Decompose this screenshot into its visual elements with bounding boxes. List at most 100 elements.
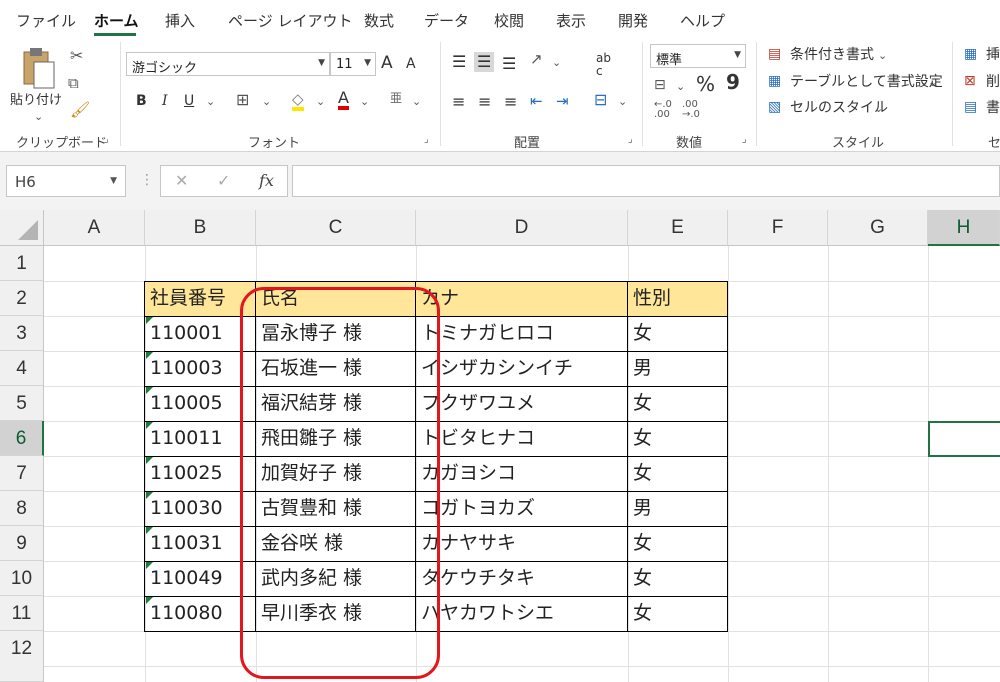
- column-header-e[interactable]: E: [628, 210, 728, 246]
- chevron-down-icon[interactable]: ⌄: [360, 95, 369, 108]
- insert-cells-icon[interactable]: ▦: [964, 47, 977, 61]
- chevron-down-icon[interactable]: ⌄: [618, 95, 627, 108]
- font-name-select[interactable]: 游ゴシック ▼: [126, 52, 330, 76]
- font-size-select[interactable]: 11 ▼: [330, 52, 376, 76]
- font-launcher-icon[interactable]: ⌟: [424, 134, 429, 145]
- chevron-down-icon[interactable]: ⌄: [676, 80, 685, 93]
- number-launcher-icon[interactable]: ⌟: [742, 134, 747, 145]
- delete-cells-button[interactable]: 削: [986, 75, 1000, 89]
- phonetic-guide-button[interactable]: 亜: [390, 92, 402, 104]
- table-cell[interactable]: 女: [628, 421, 728, 456]
- wrap-text-button[interactable]: ab c: [596, 52, 611, 77]
- table-cell[interactable]: イシザカシンイチ: [416, 351, 628, 386]
- column-header-c[interactable]: C: [256, 210, 416, 246]
- table-cell[interactable]: フクザワユメ: [416, 386, 628, 421]
- comma-style-button[interactable]: 9: [726, 72, 740, 92]
- format-as-table-button[interactable]: テーブルとして書式設定: [790, 75, 943, 89]
- column-header-a[interactable]: A: [44, 210, 145, 246]
- conditional-formatting-icon[interactable]: ▤: [768, 47, 781, 61]
- copy-icon[interactable]: ⧉: [68, 76, 79, 91]
- align-right-icon[interactable]: ≡: [504, 94, 517, 110]
- tab-formulas[interactable]: 数式: [364, 10, 394, 31]
- merge-center-icon[interactable]: ⊟: [594, 92, 607, 108]
- chevron-down-icon[interactable]: ⌄: [552, 56, 561, 69]
- table-cell[interactable]: カガヨシコ: [416, 456, 628, 491]
- tab-help[interactable]: ヘルプ: [680, 10, 725, 31]
- chevron-down-icon[interactable]: ⌄: [262, 95, 271, 108]
- table-cell[interactable]: 女: [628, 316, 728, 351]
- table-cell[interactable]: 女: [628, 456, 728, 491]
- tab-review[interactable]: 校閲: [494, 10, 524, 31]
- table-cell[interactable]: 女: [628, 561, 728, 596]
- table-cell[interactable]: ハヤカワトシエ: [416, 596, 628, 631]
- chevron-down-icon[interactable]: ⌄: [206, 95, 215, 108]
- increase-decimal-icon[interactable]: ←.0.00: [654, 100, 672, 120]
- chevron-down-icon[interactable]: ⌄: [316, 95, 325, 108]
- row-header-6[interactable]: 6: [0, 421, 44, 456]
- table-cell[interactable]: 女: [628, 596, 728, 631]
- format-cells-icon[interactable]: ▤: [964, 100, 977, 114]
- active-cell-h6[interactable]: [928, 421, 1000, 457]
- tab-page-layout[interactable]: ページ レイアウト: [228, 10, 352, 31]
- table-cell[interactable]: トビタヒナコ: [416, 421, 628, 456]
- align-top-icon[interactable]: ☰: [452, 54, 466, 70]
- row-header-11[interactable]: 11: [0, 596, 44, 631]
- tab-home[interactable]: ホーム: [94, 10, 139, 31]
- table-cell[interactable]: トミナガヒロコ: [416, 316, 628, 351]
- table-header-cell[interactable]: カナ: [416, 281, 628, 316]
- clipboard-launcher-icon[interactable]: ⌟: [104, 134, 109, 145]
- fill-color-icon[interactable]: ◇: [292, 92, 304, 111]
- tab-file[interactable]: ファイル: [16, 10, 76, 31]
- row-header-5[interactable]: 5: [0, 386, 44, 421]
- chevron-down-icon[interactable]: ⌄: [412, 95, 421, 108]
- paste-button[interactable]: 貼り付け ⌄: [8, 44, 64, 124]
- table-cell[interactable]: 女: [628, 386, 728, 421]
- align-center-icon[interactable]: ≡: [478, 94, 491, 110]
- increase-indent-icon[interactable]: ⇥: [556, 94, 569, 109]
- decrease-indent-icon[interactable]: ⇤: [530, 94, 543, 109]
- tab-insert[interactable]: 挿入: [165, 10, 195, 31]
- align-bottom-icon[interactable]: ☰: [502, 56, 516, 72]
- accounting-format-icon[interactable]: ⊟: [654, 78, 666, 92]
- column-header-g[interactable]: G: [828, 210, 928, 246]
- format-as-table-icon[interactable]: ▦: [768, 74, 781, 88]
- column-header-d[interactable]: D: [416, 210, 628, 246]
- cancel-icon[interactable]: ✕: [175, 171, 188, 190]
- row-header-1[interactable]: 1: [0, 246, 44, 281]
- cut-icon[interactable]: ✂: [70, 48, 83, 64]
- row-header-2[interactable]: 2: [0, 281, 44, 316]
- cell-styles-icon[interactable]: ▧: [768, 100, 781, 114]
- tab-developer[interactable]: 開発: [618, 10, 648, 31]
- row-header-4[interactable]: 4: [0, 351, 44, 386]
- formula-input[interactable]: [292, 165, 1000, 197]
- bold-button[interactable]: B: [136, 94, 147, 108]
- table-header-cell[interactable]: 性別: [628, 281, 728, 316]
- shrink-font-button[interactable]: A: [406, 57, 416, 71]
- chevron-down-icon[interactable]: ⌄: [878, 49, 887, 62]
- alignment-launcher-icon[interactable]: ⌟: [628, 134, 633, 145]
- delete-cells-icon[interactable]: ⊠: [964, 74, 976, 88]
- format-cells-button[interactable]: 書: [986, 101, 1000, 115]
- table-cell[interactable]: 男: [628, 351, 728, 386]
- table-cell[interactable]: 女: [628, 526, 728, 561]
- chevron-down-icon[interactable]: ⌄: [874, 102, 883, 115]
- column-header-f[interactable]: F: [728, 210, 828, 246]
- table-cell[interactable]: 男: [628, 491, 728, 526]
- table-cell[interactable]: コガトヨカズ: [416, 491, 628, 526]
- table-cell[interactable]: カナヤサキ: [416, 526, 628, 561]
- column-header-h[interactable]: H: [928, 210, 1000, 246]
- number-format-select[interactable]: 標準 ▼: [650, 44, 746, 68]
- row-header-9[interactable]: 9: [0, 526, 44, 561]
- tab-view[interactable]: 表示: [556, 10, 586, 31]
- orientation-icon[interactable]: ↗: [530, 52, 543, 67]
- percent-button[interactable]: %: [696, 74, 715, 94]
- font-color-icon[interactable]: A: [338, 90, 349, 110]
- row-header-7[interactable]: 7: [0, 456, 44, 491]
- table-cell[interactable]: タケウチタキ: [416, 561, 628, 596]
- conditional-formatting-button[interactable]: 条件付き書式: [790, 48, 874, 62]
- insert-cells-button[interactable]: 挿: [986, 48, 1000, 62]
- decrease-decimal-icon[interactable]: .00 →.0: [682, 100, 700, 120]
- row-header-10[interactable]: 10: [0, 561, 44, 596]
- grow-font-button[interactable]: A: [381, 55, 393, 72]
- column-header-b[interactable]: B: [145, 210, 256, 246]
